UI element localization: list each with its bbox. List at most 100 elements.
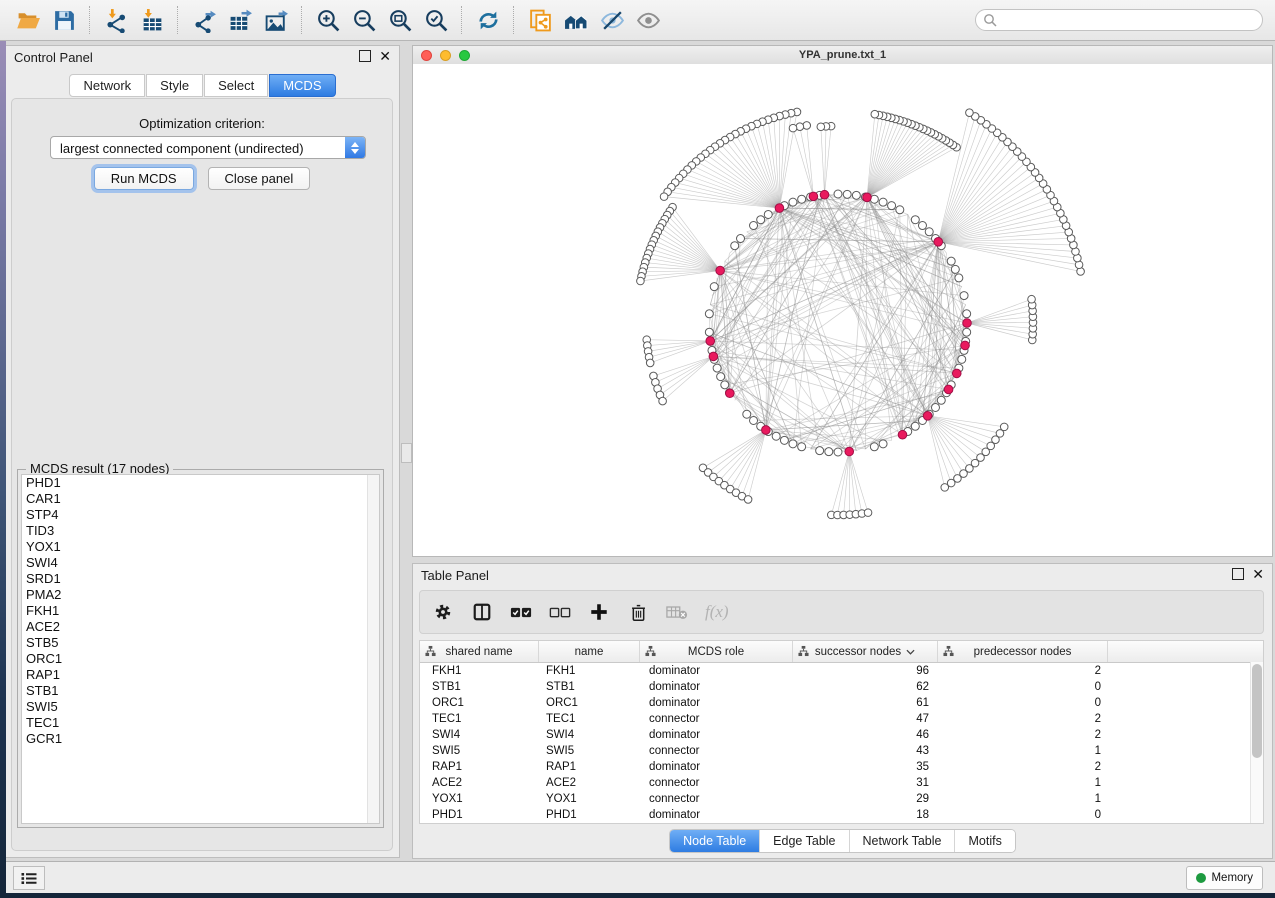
mcds-result-item[interactable]: STB1: [22, 683, 379, 699]
export-image-button[interactable]: [261, 5, 291, 35]
table-cell[interactable]: 31: [793, 775, 938, 791]
vertical-splitter-handle[interactable]: [401, 443, 412, 463]
table-row[interactable]: TEC1TEC1connector472: [420, 711, 1263, 727]
column-header-name[interactable]: name: [539, 641, 640, 662]
table-cell[interactable]: ACE2: [420, 775, 539, 791]
mcds-result-item[interactable]: PMA2: [22, 587, 379, 603]
table-cell[interactable]: 61: [793, 695, 938, 711]
tab-edge-table[interactable]: Edge Table: [760, 830, 849, 852]
tab-network-table[interactable]: Network Table: [850, 830, 956, 852]
table-row[interactable]: ORC1ORC1dominator610: [420, 695, 1263, 711]
delete-column-button[interactable]: [627, 601, 649, 623]
mcds-result-item[interactable]: FKH1: [22, 603, 379, 619]
close-panel-icon[interactable]: ✕: [1252, 569, 1264, 579]
list-scrollbar[interactable]: [367, 475, 379, 823]
table-cell[interactable]: 1: [938, 743, 1108, 759]
table-cell[interactable]: 0: [938, 679, 1108, 695]
tab-select[interactable]: Select: [204, 74, 268, 97]
table-cell[interactable]: 47: [793, 711, 938, 727]
search-input[interactable]: [975, 9, 1263, 31]
import-network-button[interactable]: [101, 5, 131, 35]
export-network-button[interactable]: [189, 5, 219, 35]
table-cell[interactable]: 43: [793, 743, 938, 759]
tab-motifs[interactable]: Motifs: [955, 830, 1014, 852]
table-cell[interactable]: TEC1: [539, 711, 640, 727]
first-neighbors-button[interactable]: [561, 5, 591, 35]
table-cell[interactable]: ORC1: [539, 695, 640, 711]
mcds-result-item[interactable]: SWI5: [22, 699, 379, 715]
table-cell[interactable]: dominator: [640, 663, 793, 679]
network-window-titlebar[interactable]: YPA_prune.txt_1: [413, 46, 1272, 65]
table-cell[interactable]: PHD1: [420, 807, 539, 823]
network-canvas[interactable]: [413, 64, 1272, 556]
float-panel-icon[interactable]: [1232, 568, 1244, 580]
mcds-result-item[interactable]: GCR1: [22, 731, 379, 747]
table-cell[interactable]: 0: [938, 807, 1108, 823]
table-row[interactable]: ACE2ACE2connector311: [420, 775, 1263, 791]
table-row[interactable]: YOX1YOX1connector291: [420, 791, 1263, 807]
table-cell[interactable]: dominator: [640, 695, 793, 711]
table-cell[interactable]: SWI5: [539, 743, 640, 759]
run-mcds-button[interactable]: Run MCDS: [94, 167, 194, 190]
hide-selected-button[interactable]: [597, 5, 627, 35]
table-cell[interactable]: dominator: [640, 807, 793, 823]
mcds-result-item[interactable]: CAR1: [22, 491, 379, 507]
export-table-button[interactable]: [225, 5, 255, 35]
criterion-dropdown[interactable]: largest connected component (undirected): [50, 136, 366, 159]
mcds-result-item[interactable]: SRD1: [22, 571, 379, 587]
table-row[interactable]: FKH1FKH1dominator962: [420, 663, 1263, 679]
mcds-result-item[interactable]: SWI4: [22, 555, 379, 571]
table-cell[interactable]: 2: [938, 711, 1108, 727]
open-file-button[interactable]: [13, 5, 43, 35]
column-header-shared-name[interactable]: shared name: [420, 641, 539, 662]
select-all-rows-button[interactable]: [510, 601, 532, 623]
table-row[interactable]: SWI5SWI5connector431: [420, 743, 1263, 759]
table-cell[interactable]: 35: [793, 759, 938, 775]
mcds-result-item[interactable]: RAP1: [22, 667, 379, 683]
save-session-button[interactable]: [49, 5, 79, 35]
table-cell[interactable]: ACE2: [539, 775, 640, 791]
table-cell[interactable]: dominator: [640, 759, 793, 775]
tab-node-table[interactable]: Node Table: [670, 830, 760, 852]
mcds-result-item[interactable]: PHD1: [22, 475, 379, 491]
duplicate-network-button[interactable]: [525, 5, 555, 35]
deselect-all-rows-button[interactable]: [549, 601, 571, 623]
zoom-fit-button[interactable]: [385, 5, 415, 35]
table-cell[interactable]: ORC1: [420, 695, 539, 711]
import-table-button[interactable]: [137, 5, 167, 35]
task-history-button[interactable]: [13, 866, 45, 890]
table-cell[interactable]: RAP1: [420, 759, 539, 775]
mcds-result-item[interactable]: ACE2: [22, 619, 379, 635]
table-cell[interactable]: SWI5: [420, 743, 539, 759]
mcds-result-item[interactable]: TID3: [22, 523, 379, 539]
table-cell[interactable]: connector: [640, 711, 793, 727]
tab-network[interactable]: Network: [69, 74, 145, 97]
table-cell[interactable]: YOX1: [539, 791, 640, 807]
table-cell[interactable]: dominator: [640, 679, 793, 695]
table-cell[interactable]: dominator: [640, 727, 793, 743]
zoom-selected-button[interactable]: [421, 5, 451, 35]
table-cell[interactable]: 1: [938, 791, 1108, 807]
table-cell[interactable]: YOX1: [420, 791, 539, 807]
tab-mcds[interactable]: MCDS: [269, 74, 335, 97]
table-row[interactable]: STB1STB1dominator620: [420, 679, 1263, 695]
table-cell[interactable]: FKH1: [539, 663, 640, 679]
column-header-mcds-role[interactable]: MCDS role: [640, 641, 793, 662]
table-cell[interactable]: connector: [640, 775, 793, 791]
table-options-button[interactable]: [432, 601, 454, 623]
table-cell[interactable]: 1: [938, 775, 1108, 791]
zoom-in-button[interactable]: [313, 5, 343, 35]
table-cell[interactable]: 2: [938, 759, 1108, 775]
table-cell[interactable]: 46: [793, 727, 938, 743]
memory-button[interactable]: Memory: [1186, 866, 1263, 890]
close-panel-icon[interactable]: ✕: [379, 51, 391, 61]
show-all-button[interactable]: [633, 5, 663, 35]
table-row[interactable]: RAP1RAP1dominator352: [420, 759, 1263, 775]
table-cell[interactable]: SWI4: [420, 727, 539, 743]
table-cell[interactable]: 96: [793, 663, 938, 679]
close-panel-button[interactable]: Close panel: [208, 167, 311, 190]
table-cell[interactable]: 29: [793, 791, 938, 807]
network-graph[interactable]: [413, 64, 1272, 556]
table-scrollbar-thumb[interactable]: [1252, 664, 1262, 758]
float-panel-icon[interactable]: [359, 50, 371, 62]
